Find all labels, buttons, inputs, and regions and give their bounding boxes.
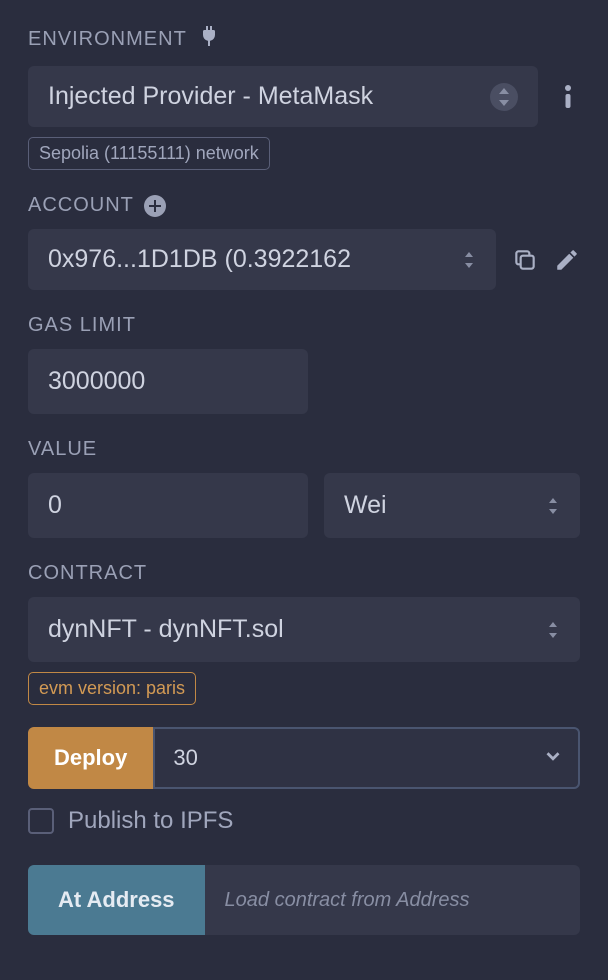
- copy-icon[interactable]: [512, 247, 538, 273]
- gas-limit-input[interactable]: [28, 349, 308, 414]
- value-unit-selected: Wei: [344, 491, 387, 520]
- select-arrows-icon: [490, 83, 518, 111]
- publish-ipfs-label: Publish to IPFS: [68, 807, 233, 835]
- account-label: ACCOUNT: [28, 194, 134, 217]
- deploy-button[interactable]: Deploy: [28, 727, 153, 789]
- info-icon[interactable]: [556, 84, 580, 110]
- account-select[interactable]: 0x976...1D1DB (0.3922162: [28, 229, 496, 290]
- network-badge: Sepolia (11155111) network: [28, 137, 270, 170]
- account-selected: 0x976...1D1DB (0.3922162: [48, 245, 351, 274]
- value-unit-select[interactable]: Wei: [324, 473, 580, 538]
- select-arrows-icon: [546, 496, 560, 516]
- value-label: VALUE: [28, 438, 97, 461]
- at-address-button[interactable]: At Address: [28, 865, 205, 935]
- contract-select[interactable]: dynNFT - dynNFT.sol: [28, 597, 580, 662]
- select-arrows-icon: [462, 250, 476, 270]
- evm-version-badge: evm version: paris: [28, 672, 196, 705]
- contract-selected: dynNFT - dynNFT.sol: [48, 615, 284, 644]
- deploy-arg-input[interactable]: [169, 731, 542, 785]
- at-address-input[interactable]: [205, 865, 580, 935]
- gas-limit-label: GAS LIMIT: [28, 314, 136, 337]
- environment-label: ENVIRONMENT: [28, 28, 187, 51]
- select-arrows-icon: [546, 620, 560, 640]
- chevron-down-icon[interactable]: [542, 745, 564, 772]
- add-account-icon[interactable]: [144, 195, 166, 217]
- plug-icon: [197, 24, 221, 54]
- environment-select[interactable]: Injected Provider - MetaMask: [28, 66, 538, 127]
- publish-ipfs-checkbox[interactable]: [28, 808, 54, 834]
- value-input[interactable]: [28, 473, 308, 538]
- contract-label: CONTRACT: [28, 562, 147, 585]
- environment-selected: Injected Provider - MetaMask: [48, 82, 373, 111]
- edit-icon[interactable]: [554, 247, 580, 273]
